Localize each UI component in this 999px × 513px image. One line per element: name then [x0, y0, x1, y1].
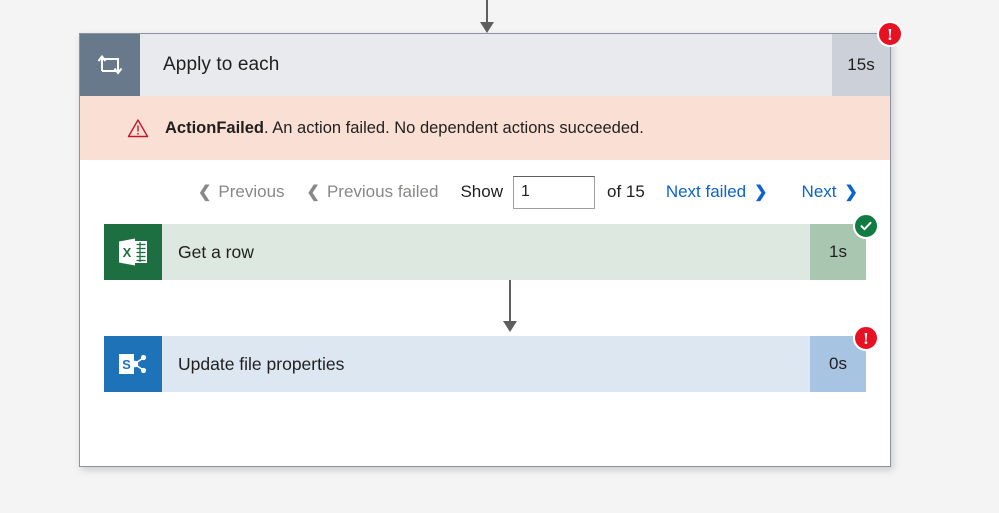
warning-triangle-icon: [127, 118, 149, 138]
error-message: ActionFailed. An action failed. No depen…: [165, 119, 644, 138]
action-title: Get a row: [162, 224, 810, 280]
show-label: Show: [460, 182, 503, 201]
previous-button-label: Previous: [218, 182, 285, 201]
top-connector-arrow: [480, 0, 494, 34]
action-icon-cell: S: [104, 336, 162, 392]
svg-text:S: S: [122, 357, 131, 372]
chevron-left-icon: ❮: [198, 184, 212, 201]
actions-area: X Get a row 1s S Update file properties …: [80, 213, 890, 392]
action-connector-arrow: [104, 280, 866, 336]
apply-to-each-card: Apply to each 15s ! ActionFailed. An act…: [79, 21, 903, 467]
previous-failed-button[interactable]: ❮ Previous failed: [307, 182, 439, 202]
next-failed-button-label: Next failed: [665, 182, 747, 201]
error-exclamation-icon: !: [863, 328, 869, 348]
previous-failed-button-label: Previous failed: [326, 182, 439, 201]
action-row[interactable]: S Update file properties 0s !: [104, 325, 879, 392]
action-row[interactable]: X Get a row 1s: [104, 213, 879, 280]
status-badge-error: !: [853, 325, 879, 351]
page-total-label: of 15: [607, 182, 645, 201]
sharepoint-icon: S: [116, 347, 150, 381]
error-banner: ActionFailed. An action failed. No depen…: [80, 96, 890, 160]
scope-title-cell: Apply to each: [140, 34, 832, 96]
excel-icon: X: [116, 235, 150, 269]
next-failed-button[interactable]: Next failed ❯: [666, 182, 768, 202]
chevron-right-icon: ❯: [844, 184, 858, 201]
page-title: Apply to each: [163, 54, 280, 75]
svg-text:X: X: [123, 245, 132, 260]
check-icon: [859, 219, 873, 233]
scope-icon-cell: [80, 34, 140, 96]
status-badge-error: !: [877, 21, 903, 47]
error-detail: . An action failed. No dependent actions…: [264, 118, 644, 137]
scope-header[interactable]: Apply to each 15s !: [80, 21, 903, 96]
action-icon-cell: X: [104, 224, 162, 280]
action-title: Update file properties: [162, 336, 810, 392]
error-code: ActionFailed: [165, 118, 265, 137]
next-button[interactable]: Next ❯: [802, 182, 858, 202]
iteration-pager: ❮ Previous ❮ Previous failed Show of 15 …: [80, 160, 890, 224]
chevron-right-icon: ❯: [754, 184, 768, 201]
status-badge-success: [853, 213, 879, 239]
page-number-input[interactable]: [513, 175, 595, 209]
chevron-left-icon: ❮: [306, 184, 320, 201]
loop-repeat-icon: [96, 52, 124, 78]
previous-button[interactable]: ❮ Previous: [198, 182, 285, 202]
next-button-label: Next: [801, 182, 837, 201]
error-exclamation-icon: !: [887, 24, 893, 44]
